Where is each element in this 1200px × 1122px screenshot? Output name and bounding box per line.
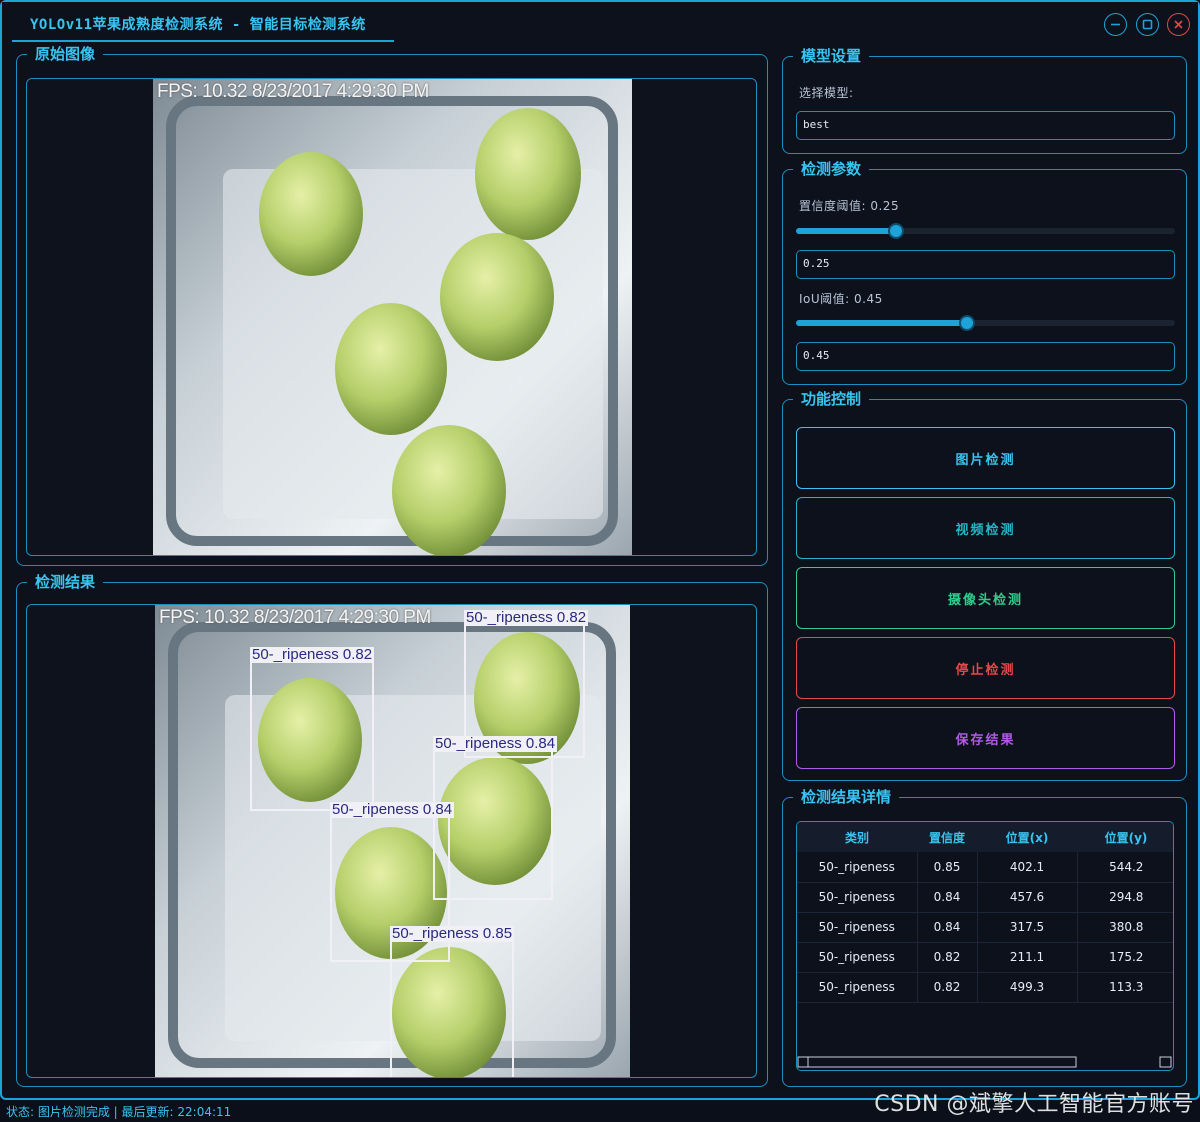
detection-label: 50-_ripeness 0.84 xyxy=(330,801,455,818)
table-header-row: 类别 置信度 位置(x) 位置(y) xyxy=(797,822,1173,852)
fps-overlay-result: FPS: 10.32 8/23/2017 4:29:30 PM xyxy=(159,607,431,628)
detection-label: 50-_ripeness 0.82 xyxy=(250,646,375,663)
results-detail-title: 检测结果详情 xyxy=(793,788,900,806)
results-table: 类别 置信度 位置(x) 位置(y) 50-_ripeness 0.85 402… xyxy=(797,822,1173,1003)
results-detail-group: 检测结果详情 类别 置信度 位置(x) 位置(y) 50-_ripeness 0… xyxy=(782,788,1187,1087)
table-cell: 0.82 xyxy=(917,942,978,973)
original-image-frame: FPS: 10.32 8/23/2017 4:29:30 PM xyxy=(26,78,757,556)
minimize-button[interactable] xyxy=(1104,13,1127,36)
detection-result-group: 检测结果 FPS: 10.32 8/23/2017 4:29:30 PM 50-… xyxy=(16,573,768,1087)
detection-box: 50-_ripeness 0.82 xyxy=(250,647,375,811)
close-icon xyxy=(1174,20,1183,29)
result-image-frame: FPS: 10.32 8/23/2017 4:29:30 PM 50-_ripe… xyxy=(26,604,757,1078)
column-header-class[interactable]: 类别 xyxy=(797,822,917,852)
table-cell: 50-_ripeness xyxy=(797,942,918,973)
table-cell: 294.8 xyxy=(1077,882,1173,913)
stop-detect-button[interactable]: 停止检测 xyxy=(796,637,1175,699)
table-cell: 0.85 xyxy=(917,852,978,883)
image-detect-button[interactable]: 图片检测 xyxy=(796,427,1175,489)
table-cell: 380.8 xyxy=(1077,912,1173,943)
select-model-label: 选择模型: xyxy=(799,86,854,100)
iou-slider-fill xyxy=(796,320,967,326)
table-row[interactable]: 50-_ripeness 0.82 499.3 113.3 xyxy=(797,972,1173,1003)
original-image-group: 原始图像 FPS: 10.32 8/23/2017 4:29:30 PM xyxy=(16,45,768,566)
table-cell: 211.1 xyxy=(977,942,1078,973)
table-cell: 0.82 xyxy=(917,972,978,1003)
video-detect-label: 视频检测 xyxy=(955,522,1016,538)
table-row[interactable]: 50-_ripeness 0.84 317.5 380.8 xyxy=(797,912,1173,943)
column-header-confidence[interactable]: 置信度 xyxy=(917,822,977,852)
confidence-label: 置信度阈值: 0.25 xyxy=(799,199,900,213)
model-select[interactable]: best xyxy=(796,111,1175,140)
detection-result-title: 检测结果 xyxy=(27,573,104,591)
confidence-slider-fill xyxy=(796,228,896,234)
table-cell: 113.3 xyxy=(1077,972,1173,1003)
table-cell: 50-_ripeness xyxy=(797,852,918,883)
detection-box: 50-_ripeness 0.85 xyxy=(390,926,515,1077)
iou-input[interactable]: 0.45 xyxy=(796,342,1175,371)
horizontal-scrollbar[interactable] xyxy=(797,1056,1173,1068)
app-window: YOLOv11苹果成熟度检测系统 - 智能目标检测系统 原始图像 FPS: 10… xyxy=(0,0,1200,1100)
detection-label: 50-_ripeness 0.82 xyxy=(464,609,589,626)
camera-detect-label: 摄像头检测 xyxy=(947,592,1023,608)
maximize-button[interactable] xyxy=(1136,13,1159,36)
camera-detect-button[interactable]: 摄像头检测 xyxy=(796,567,1175,629)
column-header-y[interactable]: 位置(y) xyxy=(1077,822,1173,852)
table-cell: 402.1 xyxy=(977,852,1078,883)
table-cell: 50-_ripeness xyxy=(797,972,918,1003)
model-settings-group: 模型设置 选择模型: best xyxy=(782,47,1187,154)
detection-box: 50-_ripeness 0.84 xyxy=(433,736,558,900)
table-row[interactable]: 50-_ripeness 0.85 402.1 544.2 xyxy=(797,852,1173,883)
detection-label: 50-_ripeness 0.84 xyxy=(433,735,558,752)
original-apple-photo xyxy=(153,79,632,555)
image-detect-label: 图片检测 xyxy=(955,452,1016,468)
confidence-slider-handle[interactable] xyxy=(888,223,904,239)
save-result-label: 保存结果 xyxy=(955,732,1016,748)
iou-label: IoU阈值: 0.45 xyxy=(799,292,883,306)
table-cell: 175.2 xyxy=(1077,942,1173,973)
model-settings-title: 模型设置 xyxy=(793,47,870,65)
fps-overlay-original: FPS: 10.32 8/23/2017 4:29:30 PM xyxy=(157,81,429,102)
original-image-title: 原始图像 xyxy=(27,45,104,63)
table-row[interactable]: 50-_ripeness 0.84 457.6 294.8 xyxy=(797,882,1173,913)
detection-params-title: 检测参数 xyxy=(793,160,870,178)
table-cell: 0.84 xyxy=(917,882,978,913)
confidence-input[interactable]: 0.25 xyxy=(796,250,1175,279)
window-title: YOLOv11苹果成熟度检测系统 - 智能目标检测系统 xyxy=(30,17,366,33)
save-result-button[interactable]: 保存结果 xyxy=(796,707,1175,769)
original-image: FPS: 10.32 8/23/2017 4:29:30 PM xyxy=(153,79,632,555)
detection-label: 50-_ripeness 0.85 xyxy=(390,925,515,942)
maximize-icon xyxy=(1142,19,1153,30)
detection-params-group: 检测参数 置信度阈值: 0.25 0.25 IoU阈值: 0.45 0.45 xyxy=(782,160,1187,385)
table-cell: 457.6 xyxy=(977,882,1078,913)
close-button[interactable] xyxy=(1167,13,1190,36)
iou-slider[interactable] xyxy=(796,315,1175,331)
minimize-icon xyxy=(1111,23,1120,26)
result-image: FPS: 10.32 8/23/2017 4:29:30 PM 50-_ripe… xyxy=(155,605,630,1077)
table-row[interactable]: 50-_ripeness 0.82 211.1 175.2 xyxy=(797,942,1173,973)
table-cell: 50-_ripeness xyxy=(797,912,918,943)
results-table-container[interactable]: 类别 置信度 位置(x) 位置(y) 50-_ripeness 0.85 402… xyxy=(796,821,1174,1071)
function-control-group: 功能控制 图片检测 视频检测 摄像头检测 停止检测 保存结果 xyxy=(782,390,1187,781)
table-cell: 0.84 xyxy=(917,912,978,943)
table-cell: 50-_ripeness xyxy=(797,882,918,913)
table-cell: 317.5 xyxy=(977,912,1078,943)
function-control-title: 功能控制 xyxy=(793,390,870,408)
stop-detect-label: 停止检测 xyxy=(955,662,1016,678)
video-detect-button[interactable]: 视频检测 xyxy=(796,497,1175,559)
watermark: CSDN @斌擎人工智能官方账号 xyxy=(874,1092,1194,1117)
column-header-x[interactable]: 位置(x) xyxy=(977,822,1077,852)
iou-slider-handle[interactable] xyxy=(959,315,975,331)
confidence-slider[interactable] xyxy=(796,223,1175,239)
title-bar[interactable]: YOLOv11苹果成熟度检测系统 - 智能目标检测系统 xyxy=(2,2,1198,44)
table-cell: 499.3 xyxy=(977,972,1078,1003)
table-cell: 544.2 xyxy=(1077,852,1173,883)
